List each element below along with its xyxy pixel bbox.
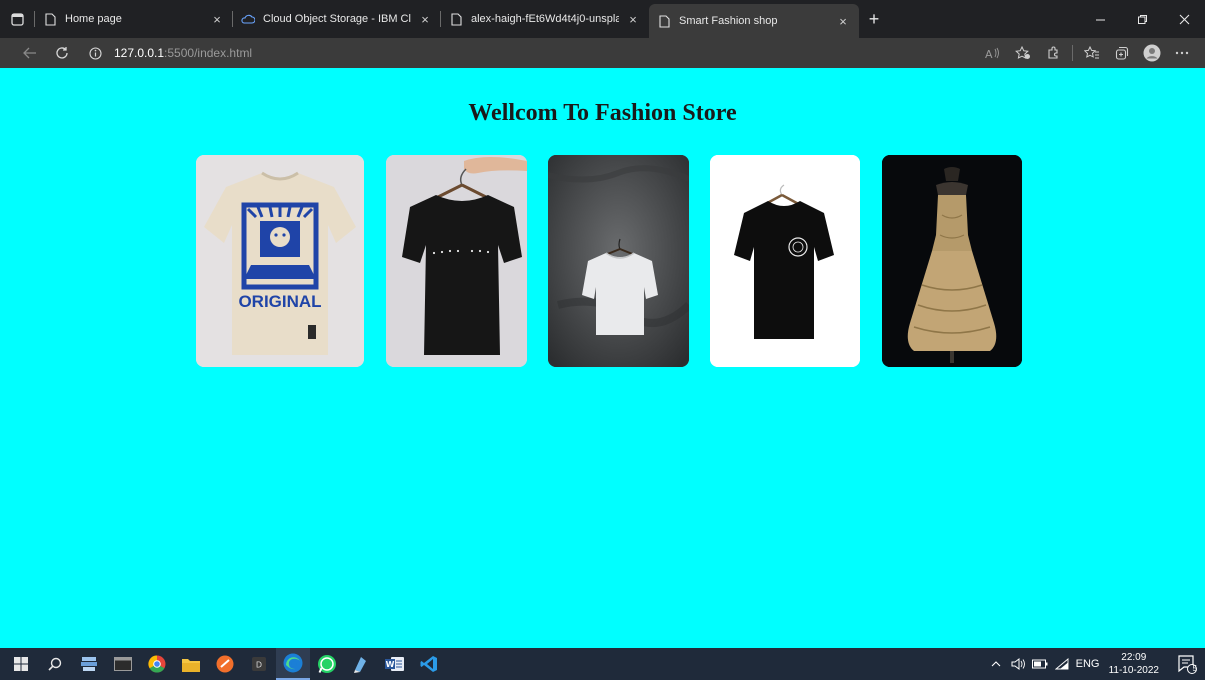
page-icon <box>43 12 57 26</box>
svg-text:D: D <box>256 661 262 670</box>
chevron-up-icon[interactable] <box>985 661 1007 667</box>
tab-title: Home page <box>65 13 122 25</box>
tshirt-print-text: ORIGINAL <box>238 292 321 311</box>
new-tab-button[interactable]: + <box>859 0 889 38</box>
add-favorite-icon[interactable] <box>1008 38 1038 68</box>
edge-icon[interactable] <box>276 648 310 680</box>
back-arrow-icon[interactable] <box>14 38 46 68</box>
window-controls <box>1079 0 1205 38</box>
minimize-icon[interactable] <box>1079 0 1121 38</box>
page-title: Wellcom To Fashion Store <box>468 100 737 126</box>
address-bar: 127.0.0.1:5500/index.html A <box>0 38 1205 68</box>
page-icon <box>449 12 463 26</box>
volume-icon[interactable] <box>1007 658 1029 670</box>
collections-icon[interactable] <box>1107 38 1137 68</box>
svg-text:A: A <box>985 48 993 59</box>
vscode-icon[interactable] <box>412 648 446 680</box>
product-image-cream-original-tshirt[interactable]: ORIGINAL <box>196 155 364 367</box>
whatsapp-icon[interactable] <box>310 648 344 680</box>
word-icon[interactable]: W <box>378 648 412 680</box>
sublime-icon[interactable] <box>208 648 242 680</box>
page-content: Wellcom To Fashion Store ORIGINAL <box>0 68 1205 648</box>
notification-icon[interactable]: 5 <box>1169 654 1205 674</box>
close-icon[interactable] <box>1163 0 1205 38</box>
extensions-icon[interactable] <box>1038 38 1068 68</box>
clock[interactable]: 22:09 11-10-2022 <box>1109 651 1159 677</box>
product-image-white-tshirt-concrete[interactable] <box>548 155 689 367</box>
browser-toolbar: A <box>978 38 1197 68</box>
search-icon[interactable] <box>38 648 72 680</box>
read-aloud-icon[interactable]: A <box>978 38 1008 68</box>
windows-taskbar: D W ENG 22:09 11-10-2022 5 <box>0 648 1205 680</box>
favorites-icon[interactable] <box>1077 38 1107 68</box>
profile-icon[interactable] <box>1137 38 1167 68</box>
ibm-cloud-icon <box>241 12 255 26</box>
file-explorer-icon[interactable] <box>174 648 208 680</box>
tab-title: Smart Fashion shop <box>679 15 778 27</box>
chrome-icon[interactable] <box>140 648 174 680</box>
notepad-icon[interactable] <box>344 648 378 680</box>
product-image-black-tshirt-hanger[interactable] <box>386 155 527 367</box>
tab-title: Cloud Object Storage - IBM Clou <box>263 13 411 25</box>
restore-icon[interactable] <box>1121 0 1163 38</box>
more-icon[interactable] <box>1167 38 1197 68</box>
tab-cloud-object-storage[interactable]: Cloud Object Storage - IBM Clou × <box>233 4 441 34</box>
tab-unsplash-image[interactable]: alex-haigh-fEt6Wd4t4j0-unsplas × <box>441 4 649 34</box>
tab-smart-fashion-shop[interactable]: Smart Fashion shop × <box>649 4 859 38</box>
language-indicator[interactable]: ENG <box>1073 658 1103 670</box>
tab-actions-icon[interactable] <box>0 0 34 38</box>
product-image-black-tshirt-logo[interactable] <box>710 155 860 367</box>
wifi-icon[interactable] <box>1051 658 1073 670</box>
browser-tab-strip: Home page × Cloud Object Storage - IBM C… <box>0 0 1205 38</box>
tab-close-icon[interactable]: × <box>625 12 641 27</box>
app-d-icon[interactable]: D <box>242 648 276 680</box>
tab-home-page[interactable]: Home page × <box>35 4 233 34</box>
system-tray: ENG 22:09 11-10-2022 5 <box>985 648 1205 680</box>
refresh-icon[interactable] <box>46 38 78 68</box>
tab-close-icon[interactable]: × <box>417 12 433 27</box>
url-host: 127.0.0.1 <box>114 46 165 60</box>
battery-icon[interactable] <box>1029 659 1051 669</box>
url-field[interactable]: 127.0.0.1:5500/index.html <box>86 38 978 68</box>
tab-close-icon[interactable]: × <box>835 14 851 29</box>
tab-title: alex-haigh-fEt6Wd4t4j0-unsplas <box>471 13 619 25</box>
clock-time: 22:09 <box>1121 652 1147 663</box>
clock-date: 11-10-2022 <box>1108 665 1159 676</box>
url-path: :5500/index.html <box>164 46 253 60</box>
terminal-icon[interactable] <box>106 648 140 680</box>
file-manager-icon[interactable] <box>72 648 106 680</box>
svg-text:W: W <box>386 660 395 669</box>
product-image-gold-lace-dress[interactable] <box>882 155 1022 367</box>
windows-start-icon[interactable] <box>4 648 38 680</box>
page-icon <box>657 14 671 28</box>
site-info-icon[interactable] <box>86 44 104 62</box>
tab-close-icon[interactable]: × <box>209 12 225 27</box>
notification-count: 5 <box>1192 664 1197 673</box>
